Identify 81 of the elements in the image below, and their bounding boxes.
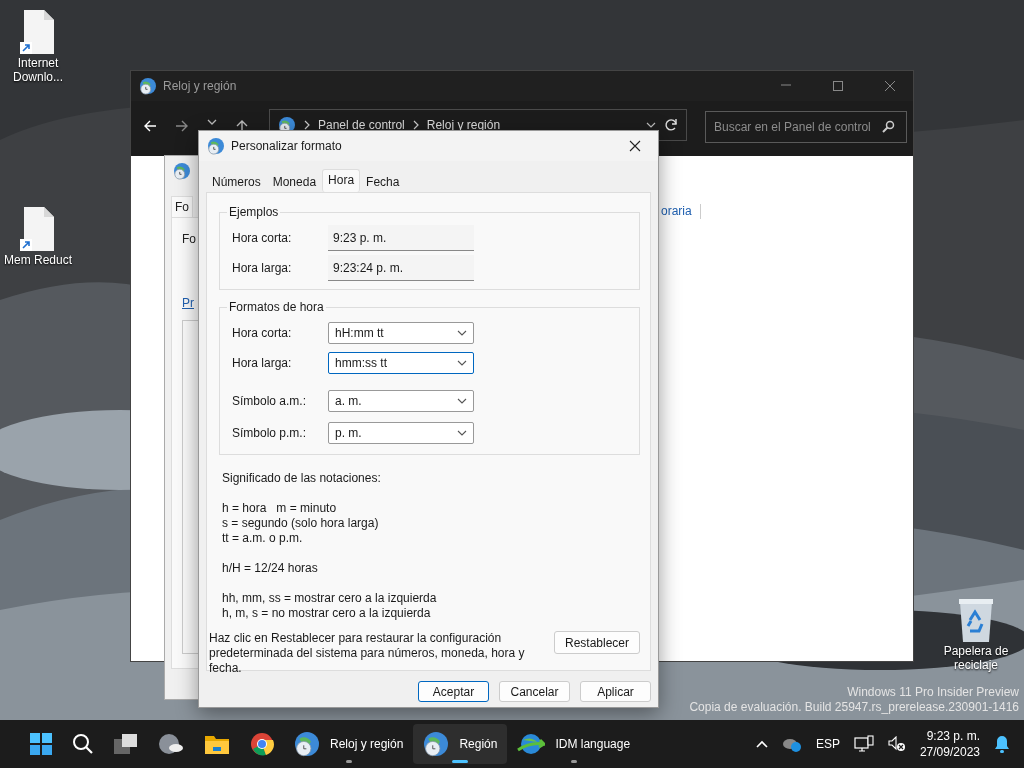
clock[interactable]: 9:23 p. m. 27/09/2023	[919, 728, 980, 760]
up-arrow-icon[interactable]	[235, 119, 249, 133]
watermark-text: Copia de evaluación. Build 25947.rs_prerelease.230901-1416	[689, 700, 1019, 715]
notation-text: h/H = 12/24 horas	[222, 561, 319, 576]
dialog-button[interactable]: Aplicar	[580, 681, 651, 702]
globe-arrow-icon[interactable]	[517, 732, 546, 756]
notation-text: hh, mm, ss = mostrar cero a la izquierda	[222, 591, 438, 606]
recycle-bin-icon[interactable]	[956, 596, 996, 644]
notation-text: h, m, s = no mostrar cero a la izquierda	[222, 606, 432, 621]
close-icon[interactable]	[629, 140, 641, 152]
notation-text: s = segundo (solo hora larga)	[222, 516, 380, 531]
tab[interactable]: Hora	[322, 169, 361, 192]
example-field: 9:23:24 p. m.	[328, 255, 474, 281]
start-icon[interactable]	[30, 733, 52, 755]
chevron-down-icon[interactable]	[207, 119, 217, 125]
chevron-down-icon	[457, 330, 467, 336]
combo-box[interactable]: hH:mm tt	[328, 322, 474, 344]
globe-clock-icon	[207, 137, 225, 155]
weather-icon[interactable]	[158, 733, 184, 755]
dialog-title: Personalizar formato	[231, 139, 342, 153]
search-icon	[881, 120, 895, 134]
chevron-right-icon	[304, 120, 310, 130]
link[interactable]: Pr	[182, 296, 194, 310]
field-label: Hora corta:	[232, 231, 293, 245]
reset-description: Haz clic en Restablecer para restaurar la configuración predeterminada del sistema para números, moneda, hora y fecha.	[209, 631, 526, 676]
dialog-button[interactable]: Cancelar	[499, 681, 570, 702]
combo-box[interactable]: hmm:ss tt	[328, 352, 474, 374]
window-title: Reloj y región	[163, 79, 237, 93]
language-indicator[interactable]: ESP	[815, 737, 840, 751]
field-label: Hora larga:	[232, 356, 293, 370]
search-field[interactable]: Buscar en el Panel de control	[705, 111, 907, 143]
speaker-muted-icon[interactable]	[887, 736, 906, 752]
chevron-down-icon	[457, 398, 467, 404]
globe-clock-icon[interactable]	[294, 731, 320, 757]
notation-title: Significado de las notaciones:	[222, 471, 382, 486]
field-label: Símbolo p.m.:	[232, 426, 308, 440]
globe-clock-icon[interactable]	[423, 731, 450, 757]
taskbar-app-button[interactable]: Reloj y región	[284, 724, 414, 764]
search-icon[interactable]	[72, 733, 94, 755]
forward-arrow-icon[interactable]	[175, 119, 189, 133]
chevron-up-icon[interactable]	[755, 740, 768, 748]
icon-label: Mem Reduct	[4, 253, 72, 267]
dialog-button[interactable]: Aceptar	[418, 681, 489, 702]
taskbar-app-button[interactable]: IDM language	[507, 724, 641, 764]
maximize-icon[interactable]	[832, 80, 844, 92]
group-title: Ejemplos	[228, 205, 280, 219]
back-arrow-icon[interactable]	[143, 119, 157, 133]
tab[interactable]: Números	[206, 171, 267, 192]
refresh-icon[interactable]	[664, 118, 678, 132]
tab[interactable]: Fo	[171, 196, 193, 217]
combo-box[interactable]: p. m.	[328, 422, 474, 444]
field-label: Hora corta:	[232, 326, 293, 340]
chevron-down-icon[interactable]	[646, 122, 656, 128]
tab[interactable]: Fecha	[360, 171, 406, 192]
combo-box[interactable]: a. m.	[328, 390, 474, 412]
field-label: Hora larga:	[232, 261, 293, 275]
globe-clock-icon	[139, 77, 157, 95]
cloud-info-icon[interactable]	[781, 736, 802, 752]
link[interactable]: oraria	[661, 204, 701, 219]
network-icon[interactable]	[853, 735, 874, 753]
icon-label: Internet Downlo...	[12, 56, 64, 84]
notation-text: tt = a.m. o p.m.	[222, 531, 304, 546]
group-title: Formatos de hora	[228, 300, 325, 314]
task-view-icon[interactable]	[114, 733, 138, 755]
field-label: Símbolo a.m.:	[232, 394, 308, 408]
chevron-down-icon	[457, 430, 467, 436]
chevron-down-icon	[457, 360, 467, 366]
icon-label: Papelera de reciclaje	[942, 644, 1010, 672]
breadcrumb-link[interactable]: Panel de control	[318, 118, 405, 132]
folder-icon[interactable]	[204, 733, 230, 755]
taskbar-app-button[interactable]: Región	[413, 724, 508, 764]
example-field: 9:23 p. m.	[328, 225, 474, 251]
tab[interactable]: Moneda	[266, 171, 323, 192]
chevron-right-icon	[412, 120, 419, 130]
bell-icon[interactable]	[994, 735, 1010, 753]
globe-clock-icon	[173, 162, 191, 180]
reset-button[interactable]: Restablecer	[554, 631, 640, 654]
browser-icon[interactable]	[250, 732, 274, 756]
watermark-text: Windows 11 Pro Insider Preview	[847, 685, 1019, 700]
notation-text: h = hora m = minuto	[222, 501, 338, 516]
field-label: Fo	[182, 232, 196, 246]
